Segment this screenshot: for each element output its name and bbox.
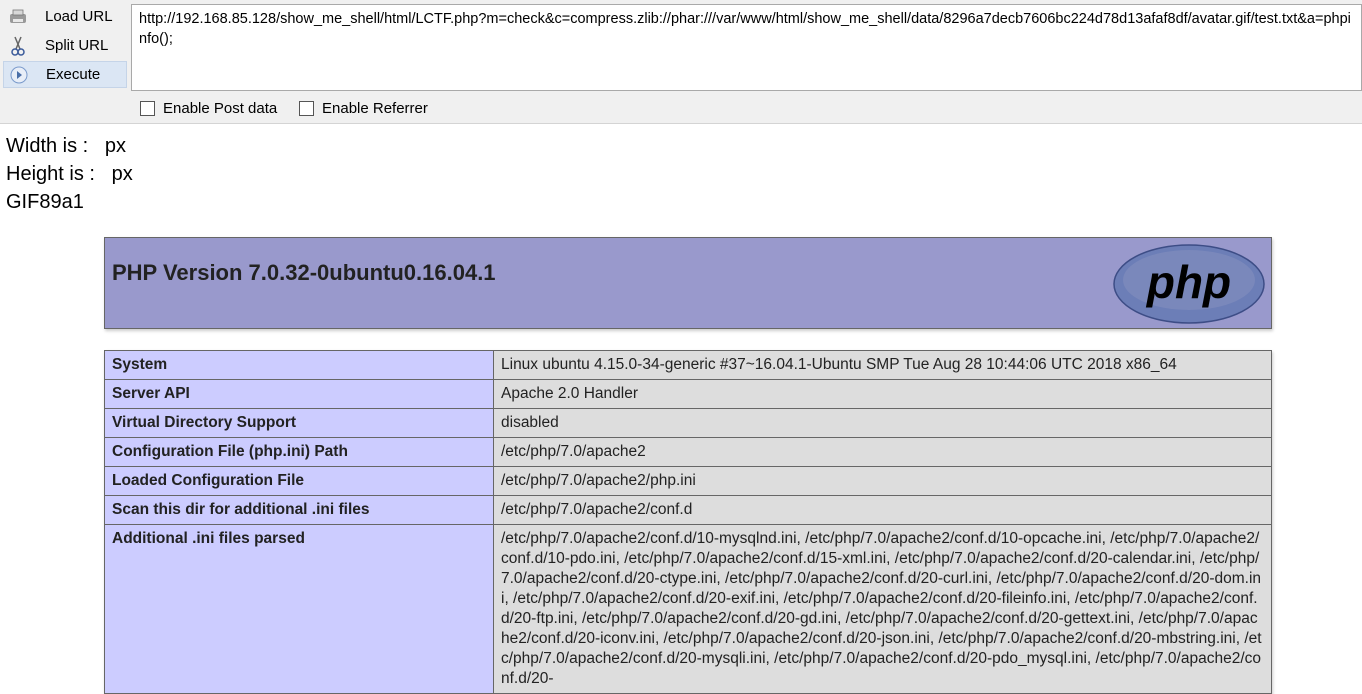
width-output: Width is : px	[6, 135, 127, 157]
phpinfo-header: PHP Version 7.0.32-0ubuntu0.16.04.1 php	[104, 237, 1272, 329]
row-value: disabled	[493, 408, 1272, 438]
hackbar-toolbar: Load URL Split URL Execute http://192.16…	[0, 0, 1362, 124]
table-row: System Linux ubuntu 4.15.0-34-generic #37…	[104, 350, 1272, 380]
row-key: Scan this dir for additional .ini files	[104, 495, 494, 525]
php-logo-text: php	[1145, 256, 1231, 308]
row-key: Additional .ini files parsed	[104, 524, 494, 694]
phpinfo-table: System Linux ubuntu 4.15.0-34-generic #37…	[104, 350, 1272, 694]
execute-label: Execute	[46, 66, 101, 83]
table-row: Scan this dir for additional .ini files /…	[104, 495, 1272, 525]
load-url-icon	[8, 7, 28, 27]
load-url-label: Load URL	[45, 8, 113, 25]
row-key: Server API	[104, 379, 494, 409]
row-value: /etc/php/7.0/apache2/conf.d/10-mysqlnd.i…	[493, 524, 1272, 694]
split-url-button[interactable]: Split URL	[3, 32, 127, 59]
row-key: System	[104, 350, 494, 380]
url-textarea[interactable]: http://192.168.85.128/show_me_shell/html…	[131, 4, 1362, 91]
php-logo: php	[1113, 244, 1265, 324]
table-row: Virtual Directory Support disabled	[104, 408, 1272, 438]
row-key: Configuration File (php.ini) Path	[104, 437, 494, 467]
referrer-checkbox-box[interactable]	[299, 101, 314, 116]
table-row: Loaded Configuration File/etc/php/7.0/ap…	[104, 466, 1272, 496]
load-url-button[interactable]: Load URL	[3, 3, 127, 30]
gif-output: GIF89a1	[6, 191, 84, 213]
row-value: /etc/php/7.0/apache2/php.ini	[493, 466, 1272, 496]
row-value: /etc/php/7.0/apache2/conf.d	[493, 495, 1272, 525]
row-value: /etc/php/7.0/apache2	[493, 437, 1272, 467]
scissors-icon	[8, 36, 28, 56]
table-row: Additional .ini files parsed/etc/php/7.0…	[104, 524, 1272, 694]
post-checkbox-box[interactable]	[140, 101, 155, 116]
table-row: Configuration File (php.ini) Path/etc/ph…	[104, 437, 1272, 467]
row-value: Apache 2.0 Handler	[493, 379, 1272, 409]
enable-post-label: Enable Post data	[163, 100, 278, 117]
execute-button[interactable]: Execute	[3, 61, 127, 88]
play-icon	[9, 65, 29, 85]
enable-post-checkbox[interactable]: Enable Post data	[140, 100, 277, 117]
row-value: Linux ubuntu 4.15.0-34-generic #37~16.04…	[493, 350, 1272, 380]
table-row: Server API Apache 2.0 Handler	[104, 379, 1272, 409]
enable-referrer-label: Enable Referrer	[322, 100, 428, 117]
height-output: Height is : px	[6, 163, 133, 185]
enable-referrer-checkbox[interactable]: Enable Referrer	[299, 100, 428, 117]
row-key: Loaded Configuration File	[104, 466, 494, 496]
row-key: Virtual Directory Support	[104, 408, 494, 438]
split-url-label: Split URL	[45, 37, 109, 54]
php-version-title: PHP Version 7.0.32-0ubuntu0.16.04.1	[112, 260, 496, 285]
